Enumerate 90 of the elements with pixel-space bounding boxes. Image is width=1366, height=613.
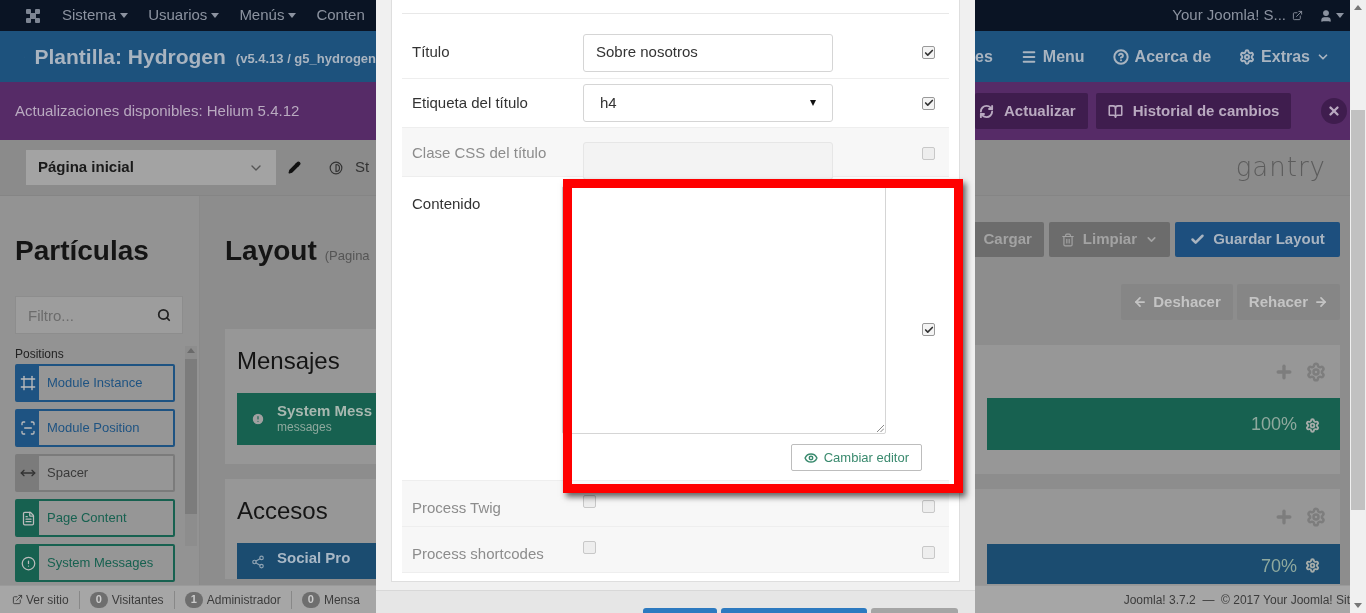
alert-icon — [20, 555, 36, 571]
particle-item[interactable]: System Messages — [15, 544, 175, 582]
help-icon — [1112, 48, 1129, 65]
external-link-icon — [12, 594, 23, 605]
nav-menu[interactable]: Usuarios — [148, 4, 220, 27]
trash-icon — [1060, 232, 1075, 247]
resize-handle-icon[interactable] — [877, 425, 884, 432]
override-checkbox[interactable] — [922, 323, 935, 336]
nav-menu[interactable]: Menús — [239, 4, 297, 27]
settings-icon[interactable] — [1305, 417, 1320, 433]
alert-icon — [251, 412, 265, 426]
settings-icon — [1239, 48, 1256, 65]
close-button[interactable] — [1321, 98, 1348, 124]
block-title: System Mess — [277, 403, 373, 419]
edit-icon[interactable] — [288, 161, 301, 174]
caret-icon — [211, 13, 220, 18]
layout-action-button[interactable]: Guardar Layout — [1175, 222, 1340, 257]
field-label: Process Twig — [411, 498, 502, 518]
page-title: Plantilla: Hydrogen — [34, 43, 226, 70]
caret-icon — [120, 13, 129, 18]
document-icon — [20, 510, 36, 526]
section-title: Mensajes — [237, 346, 341, 376]
particle-item[interactable]: Page Content — [15, 499, 175, 537]
update-bar-button[interactable]: Historial de cambios — [1095, 93, 1292, 129]
field-label: Process shortcodes — [411, 544, 545, 564]
user-icon[interactable] — [1319, 8, 1333, 23]
share-icon — [251, 555, 265, 569]
text-field[interactable] — [583, 142, 833, 180]
content-textarea[interactable] — [562, 186, 886, 434]
field-label: Contenido — [411, 194, 482, 214]
eye-icon — [803, 450, 818, 465]
caret-icon — [288, 13, 297, 18]
style-tab[interactable]: St — [355, 156, 370, 179]
particle-item[interactable]: Spacer — [15, 454, 175, 492]
view-site-link[interactable]: Ver sitio — [26, 590, 69, 609]
nav-menu[interactable]: Sistema — [62, 4, 129, 27]
field-label: Clase CSS del título — [411, 143, 548, 163]
count-badge: 0 — [89, 591, 108, 608]
override-checkbox[interactable] — [922, 96, 935, 110]
header-menu-item[interactable]: Acerca de — [1112, 44, 1212, 69]
module-icon — [20, 375, 36, 391]
contrast-icon — [329, 160, 343, 175]
block-size: 100% — [1250, 414, 1297, 434]
section-title: Accesos — [237, 496, 329, 526]
counter-label[interactable]: Visitantes — [111, 590, 164, 609]
field-label: Título — [411, 42, 451, 63]
switch-editor-button[interactable]: Cambiar editor — [790, 444, 922, 471]
update-message: Actualizaciones disponibles: Helium 5.4.12 — [15, 100, 300, 121]
menu-icon — [1020, 48, 1037, 65]
counter-label[interactable]: Mensa — [323, 590, 360, 609]
counter-label[interactable]: Administrador — [206, 590, 281, 609]
book-icon — [1107, 103, 1123, 119]
refresh-icon — [979, 103, 994, 119]
particle-item[interactable]: Module Instance — [15, 364, 175, 402]
header-menu-item[interactable]: es — [975, 44, 993, 69]
header-menu-item[interactable]: Extras — [1239, 44, 1330, 69]
field-label: Etiqueta del título — [411, 92, 529, 113]
select-field[interactable]: h4 — [583, 84, 833, 122]
header-menu-item[interactable]: Menu — [1020, 44, 1085, 69]
group-label: Positions — [15, 346, 65, 362]
copyright: Joomla! 3.7.2 — © 2017 Your Joomla! Sit — [1123, 591, 1350, 609]
module-icon — [20, 420, 36, 436]
nav-menu[interactable]: Conten — [316, 4, 365, 27]
particle-item[interactable]: Module Position — [15, 409, 175, 447]
particles-title: Partículas — [15, 234, 150, 268]
scrollbar[interactable] — [1350, 0, 1366, 613]
count-badge: 1 — [184, 591, 203, 608]
text-field[interactable]: Sobre nosotros — [583, 33, 833, 72]
scrollbar[interactable] — [185, 346, 197, 546]
particle-block[interactable]: 70% — [987, 544, 1340, 585]
block-subtitle: messages — [277, 419, 333, 435]
particle-block[interactable]: 100% — [987, 398, 1340, 450]
caret-icon — [1336, 13, 1344, 18]
template-version: (v5.4.13 / g5_hydrogen — [235, 50, 376, 69]
close-icon — [1327, 104, 1342, 118]
check-icon — [1190, 232, 1206, 247]
external-link-icon — [1292, 10, 1303, 21]
logo-icon[interactable] — [24, 6, 42, 25]
search-icon[interactable] — [157, 308, 171, 322]
particle-block[interactable]: Social Pro — [237, 543, 376, 579]
particle-block[interactable]: System Mess messages — [237, 393, 376, 445]
settings-icon[interactable] — [1305, 558, 1320, 574]
layout-title: Layout — [225, 234, 317, 268]
count-badge: 0 — [301, 591, 320, 608]
override-checkbox[interactable] — [922, 46, 935, 59]
update-bar-button[interactable]: Actualizar — [975, 93, 1088, 129]
layout-subtitle: (Pagina — [324, 247, 370, 265]
block-size: 70% — [1260, 556, 1297, 577]
page-select[interactable]: Página inicial — [26, 150, 276, 185]
block-title: Social Pro — [277, 548, 351, 568]
